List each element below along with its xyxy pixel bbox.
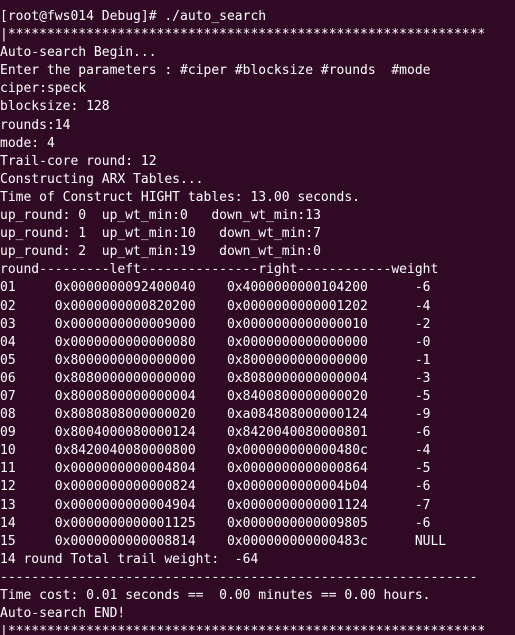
terminal-window[interactable]: [root@fws014 Debug]# ./auto_search |****… <box>0 0 515 635</box>
table-row: 04 0x0000000000000080 0x0000000000000000… <box>0 334 431 350</box>
separator-line: |***************************************… <box>0 27 486 43</box>
end-line: Auto-search END! <box>0 606 126 622</box>
table-row: 15 0x0000000000008814 0x000000000000483c… <box>0 533 447 549</box>
output-line: up_round: 2 up_wt_min:19 down_wt_min:0 <box>0 244 321 260</box>
table-row: 03 0x0000000000009000 0x0000000000000010… <box>0 316 431 332</box>
separator-line: |***************************************… <box>0 624 486 635</box>
table-row: 02 0x0000000000820200 0x0000000000001202… <box>0 298 431 314</box>
table-row: 01 0x0000000092400040 0x4000000000104200… <box>0 280 431 296</box>
table-row: 13 0x0000000000004904 0x0000000000001124… <box>0 497 431 513</box>
table-header-line: round---------left---------------right--… <box>0 262 439 278</box>
output-line: up_round: 1 up_wt_min:10 down_wt_min:7 <box>0 226 321 242</box>
table-row: 05 0x8000000000000000 0x8000000000000000… <box>0 352 431 368</box>
table-row: 06 0x8080000000000000 0x8080000000000004… <box>0 370 431 386</box>
output-line: Time of Construct HIGHT tables: 13.00 se… <box>0 189 361 205</box>
output-line: rounds:14 <box>0 117 71 133</box>
table-row: 07 0x8000800000000004 0x8400800000000020… <box>0 388 431 404</box>
command-line: [root@fws014 Debug]# ./auto_search <box>0 9 267 24</box>
table-row: 09 0x8004000080000124 0x8420040080000801… <box>0 425 431 441</box>
total-weight-line: 14 round Total trail weight: -64 <box>0 551 259 567</box>
table-row: 14 0x0000000000001125 0x0000000000009805… <box>0 515 431 531</box>
table-row: 08 0x8080808000000020 0xa084808000000124… <box>0 407 431 423</box>
output-line: mode: 4 <box>0 135 55 151</box>
time-cost-line: Time cost: 0.01 seconds == 0.00 minutes … <box>0 588 431 603</box>
dash-separator-line: ----------------------------------------… <box>0 569 478 585</box>
output-line: Constructing ARX Tables... <box>0 171 204 187</box>
output-line: Trail-core round: 12 <box>0 153 157 169</box>
output-line: up_round: 0 up_wt_min:0 down_wt_min:13 <box>0 208 321 224</box>
table-row: 11 0x0000000000004804 0x0000000000000864… <box>0 461 431 477</box>
output-line: Enter the parameters : #ciper #blocksize… <box>0 63 431 79</box>
output-line: ciper:speck <box>0 81 87 97</box>
output-line: blocksize: 128 <box>0 99 110 115</box>
table-row: 12 0x0000000000000824 0x0000000000004b04… <box>0 479 431 495</box>
output-line: Auto-search Begin... <box>0 45 157 61</box>
table-row: 10 0x8420040080000800 0x000000000000480c… <box>0 443 431 459</box>
